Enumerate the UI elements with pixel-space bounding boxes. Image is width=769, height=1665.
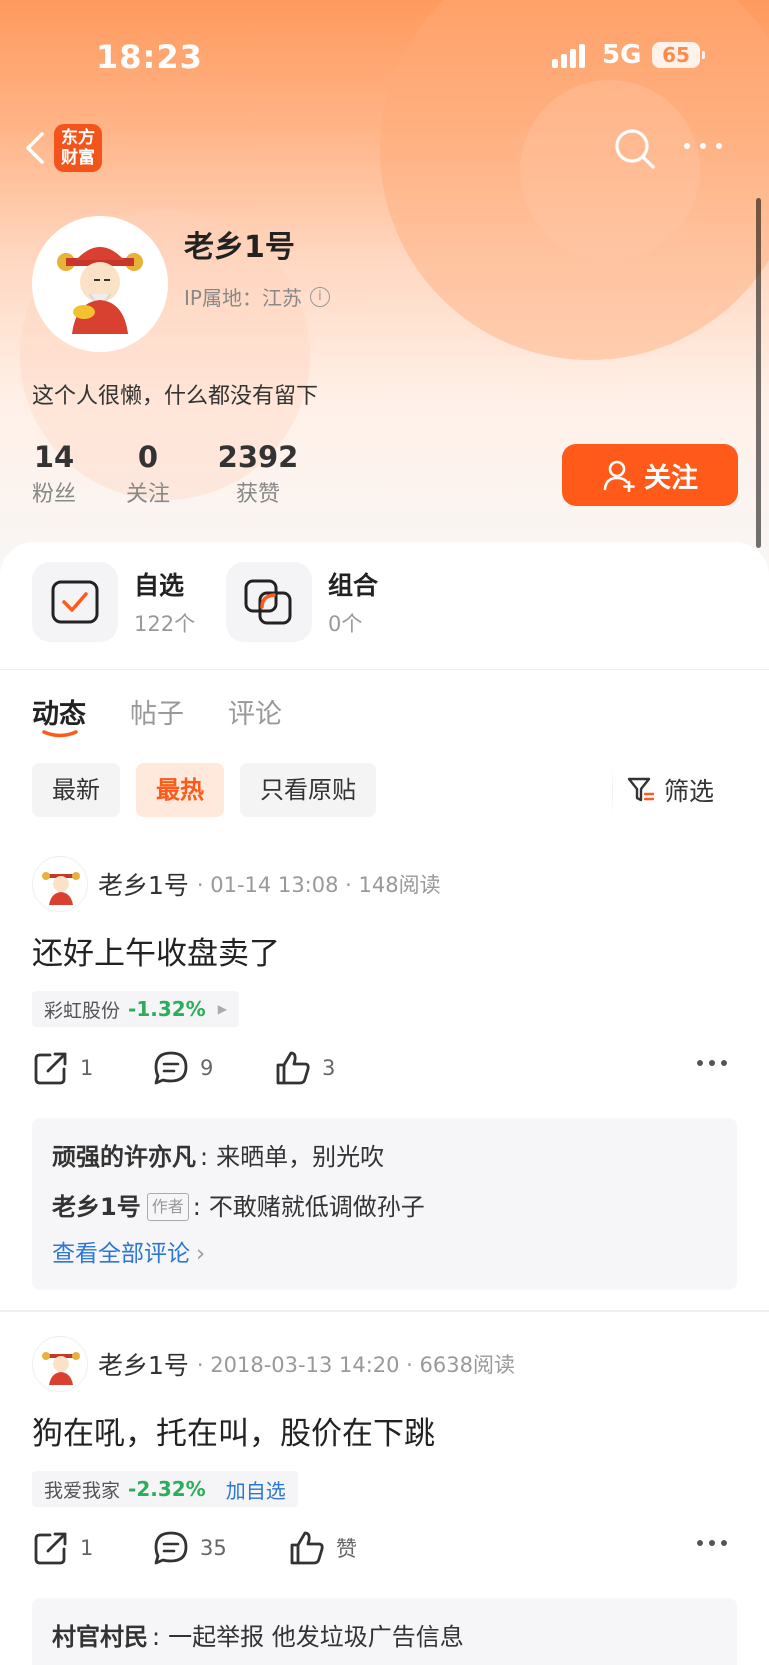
filter-hot[interactable]: 最热 [136,763,224,817]
filter-button[interactable]: 筛选 [611,763,715,817]
share-button[interactable]: 1 [32,1049,152,1087]
follow-button[interactable]: 关注 [562,444,738,506]
share-button[interactable]: 1 [32,1529,152,1567]
sort-filters: 最新 最热 只看原贴 [32,763,376,817]
stock-change: -1.32% [128,997,206,1021]
comment-item: 顽强的许亦凡 : 来晒单，别光吹 [52,1132,717,1182]
post-divider [0,1310,769,1312]
info-icon[interactable]: i [309,286,330,307]
portfolio-title: 组合 [328,571,379,600]
watchlist-title: 自选 [134,571,185,600]
stock-name: 我爱我家 [44,1479,121,1502]
comment-item: 村官村民 : 一起举报 他发垃圾广告信息 [52,1612,717,1662]
more-options-icon[interactable] [684,140,726,152]
tab-active-indicator [42,730,78,738]
comment-preview[interactable]: 顽强的许亦凡 : 来晒单，别光吹 老乡1号 作者 : 不敢赌就低调做孙子 查看全… [32,1118,737,1290]
post-actions: 1 9 3 [32,1046,737,1090]
search-icon[interactable] [612,126,658,172]
comment-item: 老乡1号 作者 : 不敢赌就低调做孙子 [52,1182,717,1232]
stock-tag[interactable]: 我爱我家 -2.32% 加自选 [32,1471,298,1507]
post-header: 老乡1号 · 01-14 13:08 · 148阅读 [32,856,441,912]
thumbs-up-icon [276,1051,310,1085]
battery-icon: 65 [652,42,705,68]
scrollbar[interactable] [756,198,761,548]
post-header: 老乡1号 · 2018-03-13 14:20 · 6638阅读 [32,1336,515,1392]
stat-fans[interactable]: 14 粉丝 [32,440,76,508]
comment-button[interactable]: 9 [152,1049,274,1087]
stat-following[interactable]: 0 关注 [126,440,170,508]
app-logo: 东方 财富 [54,124,102,172]
follow-button-label: 关注 [644,462,698,494]
stock-tag[interactable]: 彩虹股份 -1.32% ▶ [32,991,239,1027]
ip-location-text: IP属地：江苏 [184,286,302,310]
watchlist-count: 122个 [134,612,196,636]
watchlist-link[interactable]: 自选 122个 [32,562,195,642]
share-icon [34,1532,67,1565]
post-author[interactable]: 老乡1号 [98,1346,189,1382]
network-label: 5G [602,40,642,70]
post-actions: 1 35 赞 [32,1526,737,1570]
author-badge: 作者 [146,1193,189,1221]
signal-icon [552,44,590,68]
like-button[interactable]: 3 [274,1049,335,1087]
share-icon [34,1052,67,1085]
content-card: 自选 122个 组合 0个 动态 帖子 评论 最新 最热 只看原贴 筛选 老乡1… [0,542,769,1665]
filter-button-label: 筛选 [664,777,715,806]
watchlist-icon [32,562,118,642]
thumbs-up-icon [290,1531,324,1565]
status-bar: 18:23 5G 65 [0,34,769,78]
tab-activity[interactable]: 动态 [32,692,86,738]
post-more-icon[interactable] [697,1060,731,1068]
comment-author[interactable]: 老乡1号 [52,1182,141,1232]
add-to-watchlist-link[interactable]: 加自选 [226,1475,286,1504]
post-meta: · 01-14 13:08 · 148阅读 [196,873,441,897]
post-author-avatar[interactable] [32,856,88,912]
post-author-avatar[interactable] [32,1336,88,1392]
post-title[interactable]: 还好上午收盘卖了 [32,928,280,973]
comment-button[interactable]: 35 [152,1529,288,1567]
god-of-wealth-avatar-icon [32,216,168,352]
tab-comments[interactable]: 评论 [228,692,282,731]
comment-icon [154,1051,188,1085]
view-all-comments-link[interactable]: 查看全部评论 › [52,1232,717,1276]
portfolio-icon [226,562,312,642]
stock-name: 彩虹股份 [44,999,121,1022]
filter-original-only[interactable]: 只看原贴 [240,763,376,817]
top-bar: 东方 财富 [0,118,769,182]
post-author[interactable]: 老乡1号 [98,866,189,902]
divider [0,669,769,670]
play-arrow-icon: ▶ [217,1002,227,1016]
add-user-icon [603,460,635,492]
content-tabs: 动态 帖子 评论 [32,692,282,738]
filter-latest[interactable]: 最新 [32,763,120,817]
post-meta: · 2018-03-13 14:20 · 6638阅读 [196,1353,515,1377]
comment-author[interactable]: 顽强的许亦凡 [52,1132,196,1182]
comment-icon [154,1531,188,1565]
tab-posts[interactable]: 帖子 [130,692,184,731]
profile-bio: 这个人很懒，什么都没有留下 [32,384,319,409]
post-title[interactable]: 狗在吼，托在叫，股价在下跳 [32,1408,435,1453]
portfolio-link[interactable]: 组合 0个 [226,562,378,642]
stock-change: -2.32% [128,1477,206,1501]
comment-text: 一起举报 他发垃圾广告信息 [168,1623,464,1651]
comment-text: 不敢赌就低调做孙子 [208,1193,425,1221]
like-button[interactable]: 赞 [288,1529,357,1567]
status-time: 18:23 [96,38,203,76]
stat-likes[interactable]: 2392 获赞 [214,440,302,508]
back-arrow-icon[interactable] [20,128,50,168]
ip-location: IP属地：江苏 i [184,282,330,311]
comment-author[interactable]: 村官村民 [52,1612,148,1662]
user-avatar[interactable] [32,216,168,352]
comment-preview[interactable]: 村官村民 : 一起举报 他发垃圾广告信息 [32,1598,737,1665]
profile-username: 老乡1号 [184,230,295,265]
comment-text: 来晒单，别光吹 [216,1143,385,1171]
portfolio-count: 0个 [328,612,363,636]
funnel-icon [627,777,655,802]
post-more-icon[interactable] [697,1540,731,1548]
